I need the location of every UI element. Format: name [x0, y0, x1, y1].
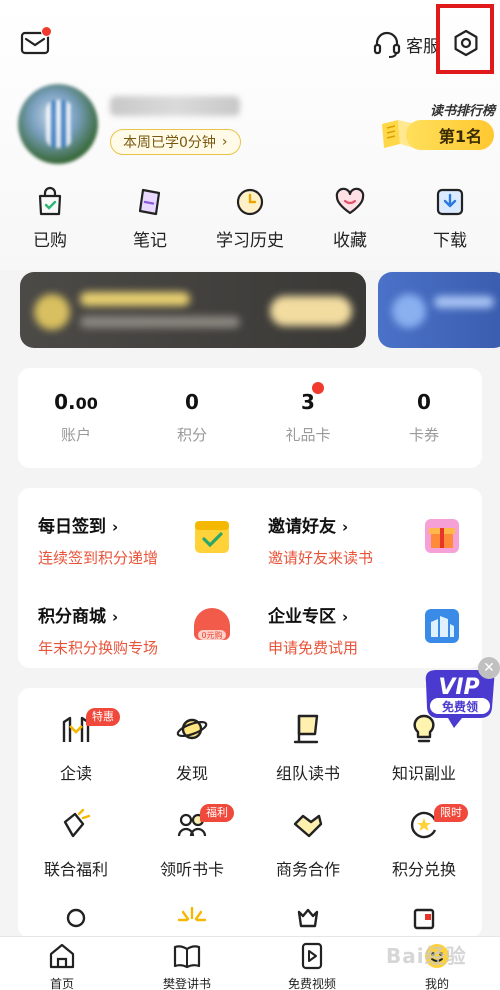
weekly-study-time[interactable]: 本周已学0分钟 › [110, 129, 241, 155]
nav-free-video[interactable]: 免费视频 [262, 941, 362, 990]
quick-history[interactable]: 学习历史 [210, 186, 290, 254]
person-icon [66, 908, 86, 928]
grid-item-audiobook-card[interactable]: 领听书卡 福利 [134, 804, 250, 880]
promo-banner[interactable] [20, 272, 366, 348]
grid-label: 商务合作 [275, 860, 340, 879]
account-gift-cards[interactable]: 3 礼品卡 [250, 390, 366, 445]
customer-service-button[interactable]: 客服 [372, 28, 440, 60]
quick-label: 学习历史 [216, 231, 284, 251]
download-icon [436, 188, 464, 216]
grid-item-team-reading[interactable]: 组队读书 [250, 712, 366, 784]
grid-label: 领听书卡 [159, 860, 224, 879]
sunburst-icon [177, 906, 207, 922]
headset-icon [373, 31, 401, 58]
chevron-right-icon: › [221, 134, 228, 150]
nav-home[interactable]: 首页 [12, 941, 112, 990]
nav-label: 首页 [49, 977, 74, 990]
account-balance[interactable]: 0.00 账户 [18, 390, 134, 445]
nav-book-talk[interactable]: 樊登讲书 [137, 941, 237, 990]
grid-label: 组队读书 [275, 764, 340, 783]
grid-label: 企读 [59, 764, 92, 783]
rank-title: 读书排行榜 [430, 104, 496, 119]
vip-text: VIP [438, 675, 479, 700]
grid-item-business[interactable]: 商务合作 [250, 808, 366, 880]
points-value: 0 [185, 390, 199, 414]
handshake-icon [293, 814, 323, 838]
nav-label: 免费视频 [287, 977, 336, 990]
coupon-value: 0 [417, 390, 431, 414]
tulip-icon [297, 908, 319, 928]
avatar[interactable] [18, 84, 98, 164]
quick-purchased[interactable]: 已购 [10, 186, 90, 254]
shopping-bag-icon [38, 186, 62, 216]
username-blurred [110, 96, 240, 116]
quick-notes[interactable]: 笔记 [110, 186, 190, 254]
balance-value: 0.00 [54, 390, 98, 414]
quick-actions: 已购 笔记 学习历史 收藏 下载 [0, 186, 500, 256]
quick-label: 收藏 [333, 231, 367, 251]
nav-label: 我的 [424, 977, 449, 990]
grid-item-discover[interactable]: 发现 [134, 712, 250, 784]
hand-card-icon [63, 808, 91, 838]
grid-item-points-exchange[interactable]: 积分兑换 限时 [366, 804, 482, 880]
heart-icon [335, 187, 365, 215]
services-grid-card: 企读 特惠 发现 组队读书 知识副业 联合福利 领听书卡 福利 商务合作 积分兑… [18, 688, 482, 938]
account-summary-card: 0.00 账户 0 积分 3 礼品卡 0 卡券 [18, 368, 482, 468]
gift-card-badge [312, 382, 324, 394]
gift-card-value: 3 [301, 390, 315, 414]
clock-icon [236, 188, 264, 216]
account-coupons[interactable]: 0 卡券 [366, 390, 482, 445]
nav-label: 樊登讲书 [162, 977, 211, 990]
customer-service-label: 客服 [406, 36, 440, 57]
play-icon [301, 942, 323, 970]
grid-label: 知识副业 [391, 764, 456, 783]
store-icon [413, 908, 435, 930]
promo-tag: 福利 [200, 804, 234, 822]
calendar-check-icon [195, 521, 229, 553]
points-label: 积分 [176, 426, 207, 444]
rank-badge: 第1名 [406, 120, 494, 150]
quick-favorites[interactable]: 收藏 [310, 186, 390, 254]
vip-subtext: 免费领 [442, 699, 478, 714]
quick-label: 下载 [433, 231, 467, 251]
reading-rank-card[interactable]: 读书排行榜 第1名 [378, 100, 496, 150]
promo-tag: 特惠 [86, 708, 120, 726]
planet-icon [176, 718, 208, 740]
quick-downloads[interactable]: 下载 [410, 186, 490, 254]
coupon-label: 卡券 [408, 426, 439, 444]
notebook-icon [138, 188, 161, 216]
promo-banner-secondary[interactable] [378, 272, 500, 348]
svg-text:0元购: 0元购 [201, 630, 222, 640]
study-time-text: 本周已学0分钟 [123, 135, 216, 151]
gift-icon [425, 519, 459, 553]
highlight-annotation [436, 4, 494, 74]
mall-bag-icon: 0元购 [194, 608, 230, 640]
home-icon [49, 943, 75, 969]
watermark: Bai经验 [386, 944, 467, 968]
quick-label: 已购 [33, 231, 67, 251]
close-icon[interactable]: ✕ [478, 657, 500, 679]
flag-book-icon [293, 714, 319, 744]
features-card: 每日签到 › 连续签到积分递增 邀请好友 › 邀请好友来读书 积分商城 › 年末积分换… [18, 488, 482, 668]
gift-card-label: 礼品卡 [285, 426, 331, 444]
rank-value: 第1名 [438, 127, 482, 146]
promo-tag: 限时 [434, 804, 468, 822]
enterprise-icon [425, 609, 459, 643]
grid-label: 发现 [175, 764, 208, 783]
unread-badge [41, 26, 52, 37]
quick-label: 笔记 [133, 231, 167, 251]
grid-label: 联合福利 [43, 860, 108, 879]
grid-item-enterprise-read[interactable]: 企读 特惠 [18, 708, 134, 784]
account-points[interactable]: 0 积分 [134, 390, 250, 445]
grid-label: 积分兑换 [391, 860, 456, 879]
open-book-icon [173, 945, 201, 969]
balance-label: 账户 [60, 426, 91, 444]
grid-item-joint-benefits[interactable]: 联合福利 [18, 808, 134, 880]
